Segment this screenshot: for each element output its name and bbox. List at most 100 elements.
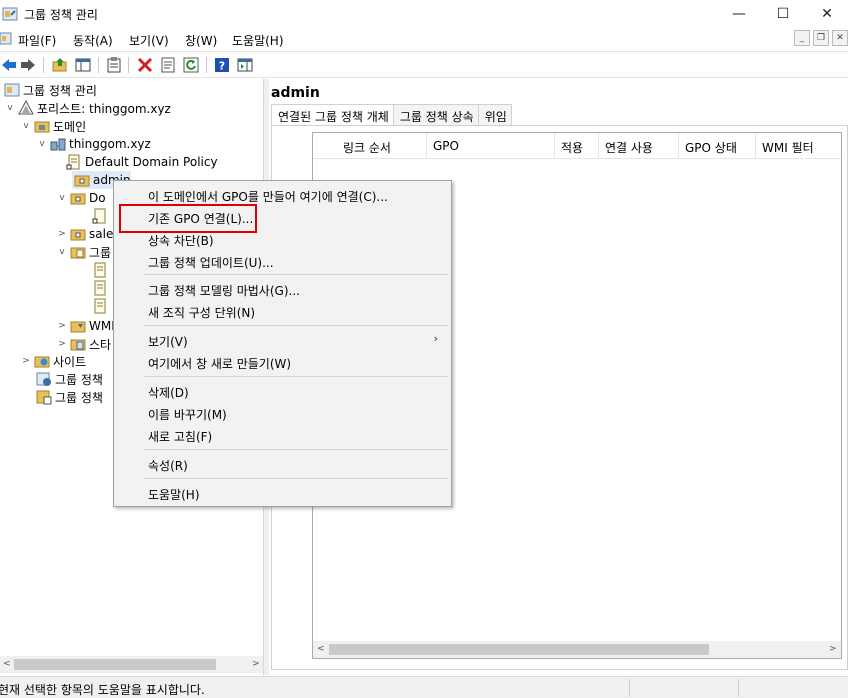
collapse-chevron-icon[interactable]: v [56,193,68,203]
show-hide-tree-icon[interactable] [74,56,92,74]
tab-delegation[interactable]: 위임 [477,104,512,125]
menu-item-view[interactable]: 보기(V) › [148,329,448,351]
list-horizontal-scrollbar[interactable]: < > [313,641,841,658]
tree-item-gpo-link[interactable] [90,207,111,225]
menu-item-rename[interactable]: 이름 바꾸기(M) [148,402,227,424]
minimize-button[interactable]: — [716,0,762,28]
toolbar-separator [43,57,44,73]
toolbar-separator [128,57,129,73]
gp-modeling-icon [36,371,52,387]
maximize-button[interactable]: ☐ [760,0,806,28]
tree-item-forest[interactable]: v 포리스트: thinggom.xyz [4,99,171,117]
column-header-enforced[interactable]: 적용 [555,133,599,159]
tree-item-sales[interactable]: > sale [56,225,113,243]
toolbar-separator [98,57,99,73]
menu-file[interactable]: 파일(F) [18,32,56,49]
forward-icon[interactable] [19,56,37,74]
tree-label: 포리스트: thinggom.xyz [37,101,171,116]
mdi-minimize-button[interactable]: _ [794,30,810,46]
scroll-left-arrow-icon[interactable]: < [3,659,11,669]
tree-item-domain[interactable]: v thinggom.xyz [36,135,151,153]
tree-item-gp-modeling[interactable]: 그룹 정책 [34,370,103,388]
menu-separator [144,325,448,326]
forest-icon [18,100,34,116]
tree-item-group-policy-objects[interactable]: v 그룹 [56,243,111,261]
tree-item-starter-gpos[interactable]: > 스타 [56,335,111,353]
delete-icon[interactable] [136,56,154,74]
scrollbar-thumb[interactable] [329,644,709,655]
tree-item-gpo[interactable] [90,261,111,279]
expand-chevron-icon[interactable]: > [20,356,32,366]
action-pane-icon[interactable] [236,56,254,74]
title-bar: 그룹 정책 관리 — ☐ ✕ [0,0,848,28]
menu-item-properties[interactable]: 속성(R) [148,453,188,475]
expand-chevron-icon[interactable]: > [56,229,68,239]
menu-item-gp-update[interactable]: 그룹 정책 업데이트(U)... [148,250,274,272]
help-icon[interactable]: ? [213,56,231,74]
gpo-link-icon [66,154,82,170]
mdi-close-button[interactable]: ✕ [832,30,848,46]
menu-window[interactable]: 창(W) [185,32,217,49]
column-header-wmi-filter[interactable]: WMI 필터 [756,133,841,159]
tree-label: WMI [89,319,115,333]
scroll-left-arrow-icon[interactable]: < [317,644,325,654]
menu-item-label: 보기(V) [148,335,188,349]
tree-item-domains[interactable]: v 도메인 [20,117,86,135]
menu-item-new-window-from-here[interactable]: 여기에서 창 새로 만들기(W) [148,351,291,373]
tree-item-wmi-filters[interactable]: > WMI [56,317,115,335]
clipboard-icon[interactable] [105,56,123,74]
menu-help[interactable]: 도움말(H) [232,32,284,49]
menu-separator [144,478,448,479]
menu-view[interactable]: 보기(V) [129,32,169,49]
scrollbar-thumb[interactable] [14,659,216,670]
menu-bar: 파일(F) 동작(A) 보기(V) 창(W) 도움말(H) [0,28,848,50]
mmc-menu-icon[interactable] [0,31,14,50]
tree-item-ou[interactable]: v Do [56,189,105,207]
tree-item-gpo[interactable] [90,297,111,315]
column-header-gpo[interactable]: GPO [427,133,555,159]
tree-label: 그룹 [89,245,112,260]
column-header-link-enabled[interactable]: 연결 사용 [599,133,679,159]
expand-chevron-icon[interactable]: > [56,321,68,331]
column-header-link-order[interactable]: 링크 순서 [337,133,427,159]
refresh-icon[interactable] [182,56,200,74]
menu-item-refresh[interactable]: 새로 고침(F) [148,424,212,446]
up-folder-icon[interactable] [51,56,69,74]
gpo-container-icon [70,244,86,260]
scroll-right-arrow-icon[interactable]: > [252,659,260,669]
back-icon[interactable] [0,56,18,74]
gp-results-icon [36,389,52,405]
menu-item-delete[interactable]: 삭제(D) [148,380,189,402]
expand-chevron-icon[interactable]: > [56,339,68,349]
properties-icon[interactable] [159,56,177,74]
menu-item-help[interactable]: 도움말(H) [148,482,200,504]
tab-gp-inheritance[interactable]: 그룹 정책 상속 [392,104,479,125]
collapse-chevron-icon[interactable]: v [36,139,48,149]
tree-item-root[interactable]: 그룹 정책 관리 [2,81,97,99]
window-title: 그룹 정책 관리 [24,8,98,22]
tree-item-sites[interactable]: > 사이트 [20,352,86,370]
menu-item-gp-modeling-wizard[interactable]: 그룹 정책 모델링 마법사(G)... [148,278,300,300]
menu-item-create-and-link-gpo[interactable]: 이 도메인에서 GPO를 만들어 여기에 연결(C)... [148,184,388,206]
mdi-controls: _ ❐ ✕ [794,30,848,46]
tree-item-gpo[interactable] [90,279,111,297]
ou-folder-icon [70,190,86,206]
collapse-chevron-icon[interactable]: v [56,247,68,257]
tree-label: sale [89,227,114,241]
menu-action[interactable]: 동작(A) [73,32,113,49]
scroll-right-arrow-icon[interactable]: > [829,644,837,654]
tree-label: 도메인 [53,119,87,134]
close-button[interactable]: ✕ [804,0,848,28]
wmi-filter-folder-icon [70,318,86,334]
collapse-chevron-icon[interactable]: v [4,103,16,113]
tab-linked-gpos[interactable]: 연결된 그룹 정책 개체 [271,104,394,126]
ou-folder-icon [70,226,86,242]
menu-item-new-ou[interactable]: 새 조직 구성 단위(N) [148,300,255,322]
status-divider [738,679,739,697]
tree-item-default-domain-policy[interactable]: Default Domain Policy [64,153,218,171]
tree-item-gp-results[interactable]: 그룹 정책 [34,388,103,406]
mdi-restore-button[interactable]: ❐ [813,30,829,46]
column-header-gpo-status[interactable]: GPO 상태 [679,133,756,159]
tree-horizontal-scrollbar[interactable]: < > [0,656,263,673]
collapse-chevron-icon[interactable]: v [20,121,32,131]
